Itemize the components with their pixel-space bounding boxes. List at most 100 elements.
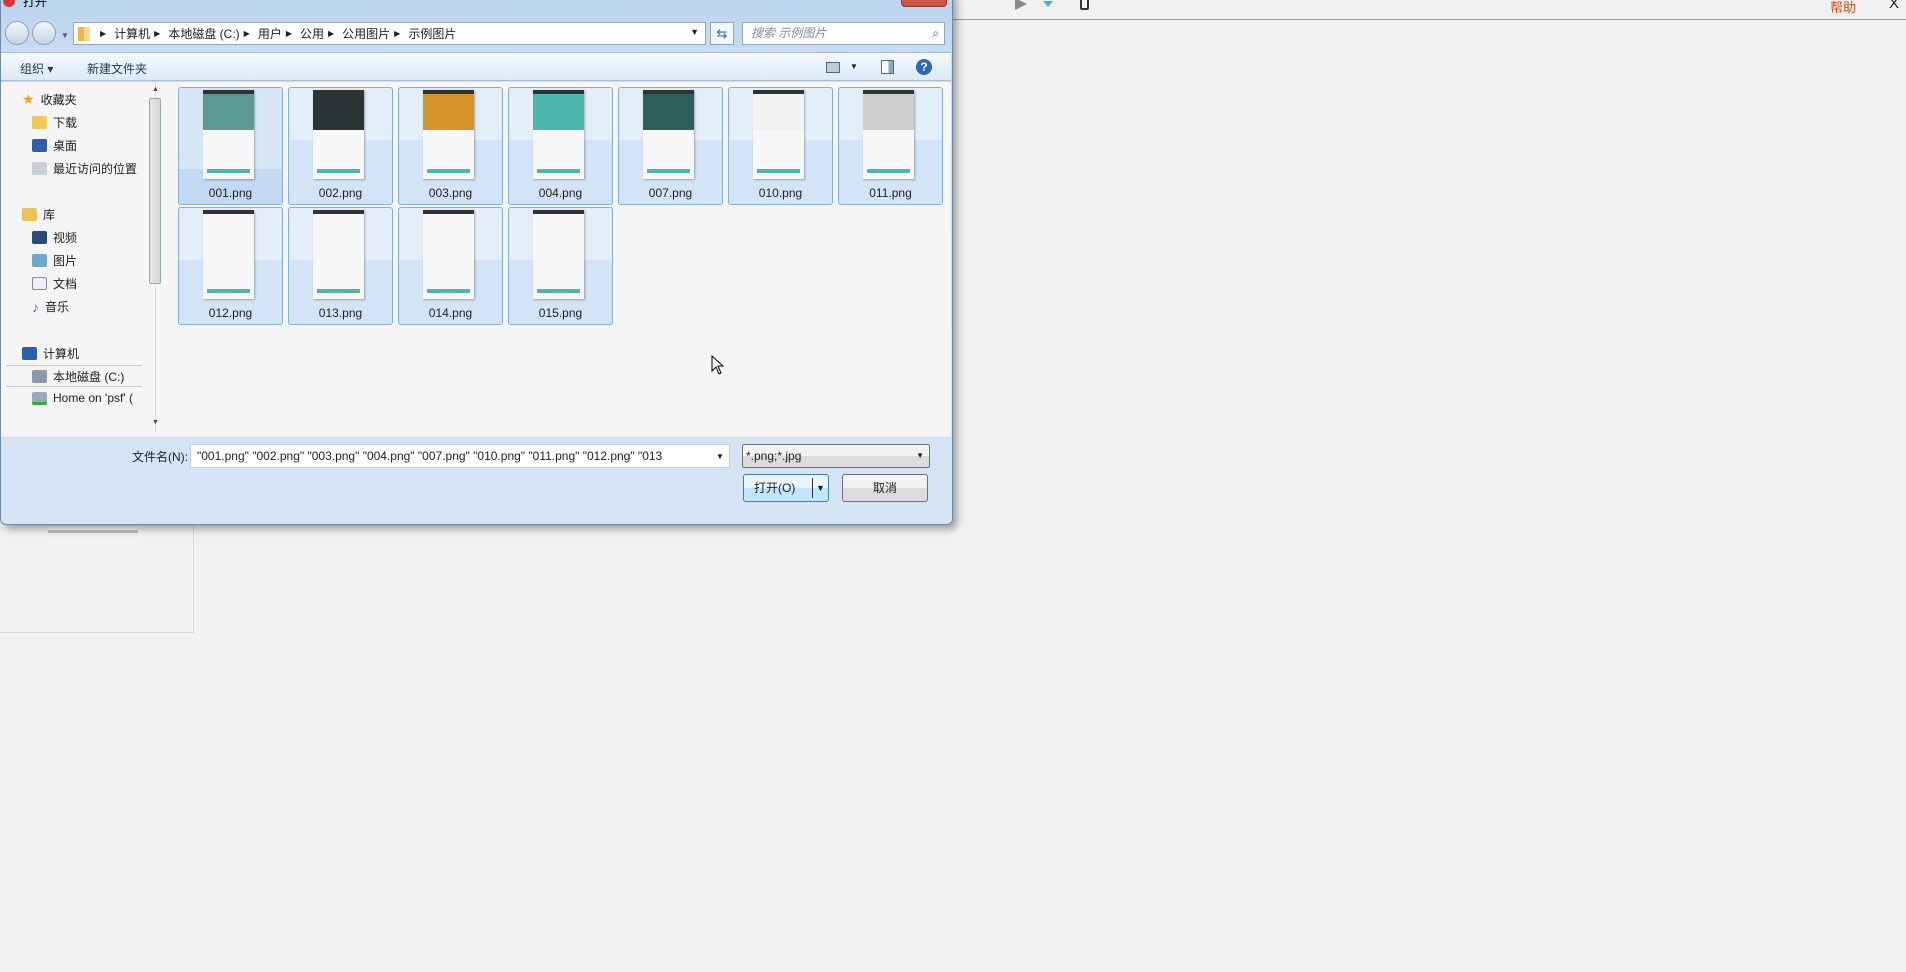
- nav-pictures[interactable]: 图片: [32, 252, 77, 269]
- breadcrumb-sample-pictures[interactable]: 示例图片: [408, 25, 456, 42]
- file-tile[interactable]: 001.png: [178, 87, 283, 205]
- video-icon: [32, 231, 47, 244]
- nav-documents[interactable]: 文档: [32, 275, 77, 292]
- nav-label: Home on 'psf' (: [53, 391, 133, 405]
- file-name: 002.png: [318, 186, 363, 200]
- breadcrumb-local-disk[interactable]: 本地磁盘 (C:) ▶: [168, 25, 257, 42]
- search-icon[interactable]: ⌕: [932, 23, 939, 44]
- back-button[interactable]: [5, 21, 29, 45]
- desktop-icon: [32, 139, 47, 152]
- nav-computer[interactable]: 计算机: [22, 345, 79, 362]
- scroll-up-arrow[interactable]: ▲: [152, 86, 159, 93]
- file-tile[interactable]: 013.png: [288, 207, 393, 325]
- play-icon[interactable]: [1015, 0, 1027, 10]
- nav-recent[interactable]: 最近访问的位置: [32, 160, 137, 177]
- open-dropdown-icon[interactable]: ▼: [816, 475, 825, 501]
- nav-label: 收藏夹: [40, 93, 77, 107]
- nav-videos[interactable]: 视频: [32, 229, 77, 246]
- nav-home-psf[interactable]: Home on 'psf' (: [32, 391, 133, 405]
- file-list: 001.png 002.png 003.png 004.png 007.png 010.p…: [166, 82, 949, 432]
- scroll-down-arrow[interactable]: ▼: [152, 419, 159, 426]
- file-tile[interactable]: 015.png: [508, 207, 613, 325]
- nav-downloads[interactable]: 下载: [32, 114, 77, 131]
- file-name: 007.png: [648, 186, 693, 200]
- chevron-right-icon[interactable]: ▶: [100, 29, 106, 38]
- new-folder-button[interactable]: 新建文件夹: [87, 60, 147, 77]
- chevron-down-icon: ▼: [916, 451, 924, 460]
- history-dropdown-icon[interactable]: ▼: [61, 31, 69, 40]
- file-name: 013.png: [318, 306, 363, 320]
- view-dropdown-icon[interactable]: ▼: [850, 62, 858, 71]
- search-placeholder: 搜索 示例图片: [751, 26, 827, 40]
- chevron-right-icon[interactable]: ▶: [286, 29, 292, 38]
- close-icon[interactable]: X: [1889, 0, 1899, 12]
- thumbnail-image: [423, 210, 474, 299]
- drive-icon: [32, 370, 47, 383]
- thumbnail-image: [313, 210, 364, 299]
- breadcrumb-public-pictures[interactable]: 公用图片 ▶: [342, 25, 408, 42]
- dialog-close-button[interactable]: [901, 0, 947, 7]
- address-dropdown-icon[interactable]: ▼: [690, 27, 699, 37]
- open-button[interactable]: 打开(O) ▼: [743, 474, 829, 502]
- file-name: 012.png: [208, 306, 253, 320]
- nav-music[interactable]: ♪ 音乐: [32, 298, 69, 315]
- file-tile[interactable]: 007.png: [618, 87, 723, 205]
- breadcrumb-label[interactable]: 计算机: [114, 25, 150, 42]
- address-bar[interactable]: ▶ 计算机 ▶ 本地磁盘 (C:) ▶ 用户 ▶ 公用 ▶ 公用图片 ▶ 示例图片 ▼: [73, 22, 706, 45]
- file-tile[interactable]: 012.png: [178, 207, 283, 325]
- breadcrumb-computer[interactable]: 计算机 ▶: [114, 25, 168, 42]
- nav-libraries[interactable]: 库: [22, 206, 55, 223]
- chevron-right-icon[interactable]: ▶: [154, 29, 160, 38]
- star-icon: ★: [22, 91, 35, 107]
- file-name: 004.png: [538, 186, 583, 200]
- preview-pane-icon[interactable]: [881, 60, 894, 74]
- breadcrumb-label[interactable]: 用户: [258, 25, 282, 42]
- thumbnail-image: [203, 210, 254, 299]
- nav-local-disk[interactable]: 本地磁盘 (C:): [32, 368, 124, 385]
- file-tile[interactable]: 004.png: [508, 87, 613, 205]
- nav-favorites[interactable]: ★ 收藏夹: [22, 91, 77, 108]
- music-icon: ♪: [32, 298, 39, 315]
- file-tile[interactable]: 014.png: [398, 207, 503, 325]
- network-drive-icon: [32, 391, 47, 405]
- file-type-select[interactable]: *.png;*.jpg ▼: [742, 444, 930, 468]
- breadcrumb-public[interactable]: 公用 ▶: [300, 25, 342, 42]
- file-name: 015.png: [538, 306, 583, 320]
- command-bar: 组织 ▾ 新建文件夹 ▼ ?: [1, 52, 951, 81]
- nav-desktop[interactable]: 桌面: [32, 137, 77, 154]
- recent-places-icon: [32, 162, 47, 175]
- forward-button[interactable]: [32, 21, 56, 45]
- file-tile[interactable]: 003.png: [398, 87, 503, 205]
- nav-scrollbar-thumb[interactable]: [149, 98, 161, 284]
- app-icon: [3, 0, 15, 7]
- cancel-button[interactable]: 取消: [842, 474, 928, 502]
- breadcrumb-label[interactable]: 公用: [300, 25, 324, 42]
- chevron-right-icon[interactable]: ▶: [394, 29, 400, 38]
- nav-label: 图片: [53, 254, 78, 268]
- phone-icon[interactable]: [1080, 0, 1089, 10]
- file-tile[interactable]: 002.png: [288, 87, 393, 205]
- search-input[interactable]: 搜索 示例图片 ⌕: [742, 22, 945, 45]
- thumbnail-image: [753, 90, 804, 179]
- organize-button[interactable]: 组织 ▾: [20, 60, 53, 77]
- chevron-right-icon[interactable]: ▶: [328, 29, 334, 38]
- dropdown-icon[interactable]: [1043, 1, 1053, 7]
- folder-icon: [78, 26, 90, 41]
- chevron-right-icon[interactable]: ▶: [244, 29, 250, 38]
- file-tile[interactable]: 010.png: [728, 87, 833, 205]
- help-link[interactable]: 帮助: [1830, 0, 1856, 16]
- file-name: 011.png: [869, 186, 912, 200]
- thumbnail-image: [643, 90, 694, 179]
- breadcrumb-label[interactable]: 公用图片: [342, 25, 390, 42]
- breadcrumb-label[interactable]: 本地磁盘 (C:): [168, 25, 239, 42]
- filename-input[interactable]: "001.png" "002.png" "003.png" "004.png" …: [190, 444, 730, 468]
- refresh-button[interactable]: ⇆: [710, 22, 734, 45]
- breadcrumb-label[interactable]: 示例图片: [408, 25, 456, 42]
- nav-label: 库: [43, 208, 56, 222]
- file-name: 003.png: [428, 186, 473, 200]
- file-tile[interactable]: 011.png: [838, 87, 943, 205]
- view-icon[interactable]: [826, 62, 840, 73]
- breadcrumb-users[interactable]: 用户 ▶: [258, 25, 300, 42]
- filename-dropdown-icon[interactable]: ▼: [716, 452, 724, 461]
- help-icon[interactable]: ?: [916, 59, 932, 75]
